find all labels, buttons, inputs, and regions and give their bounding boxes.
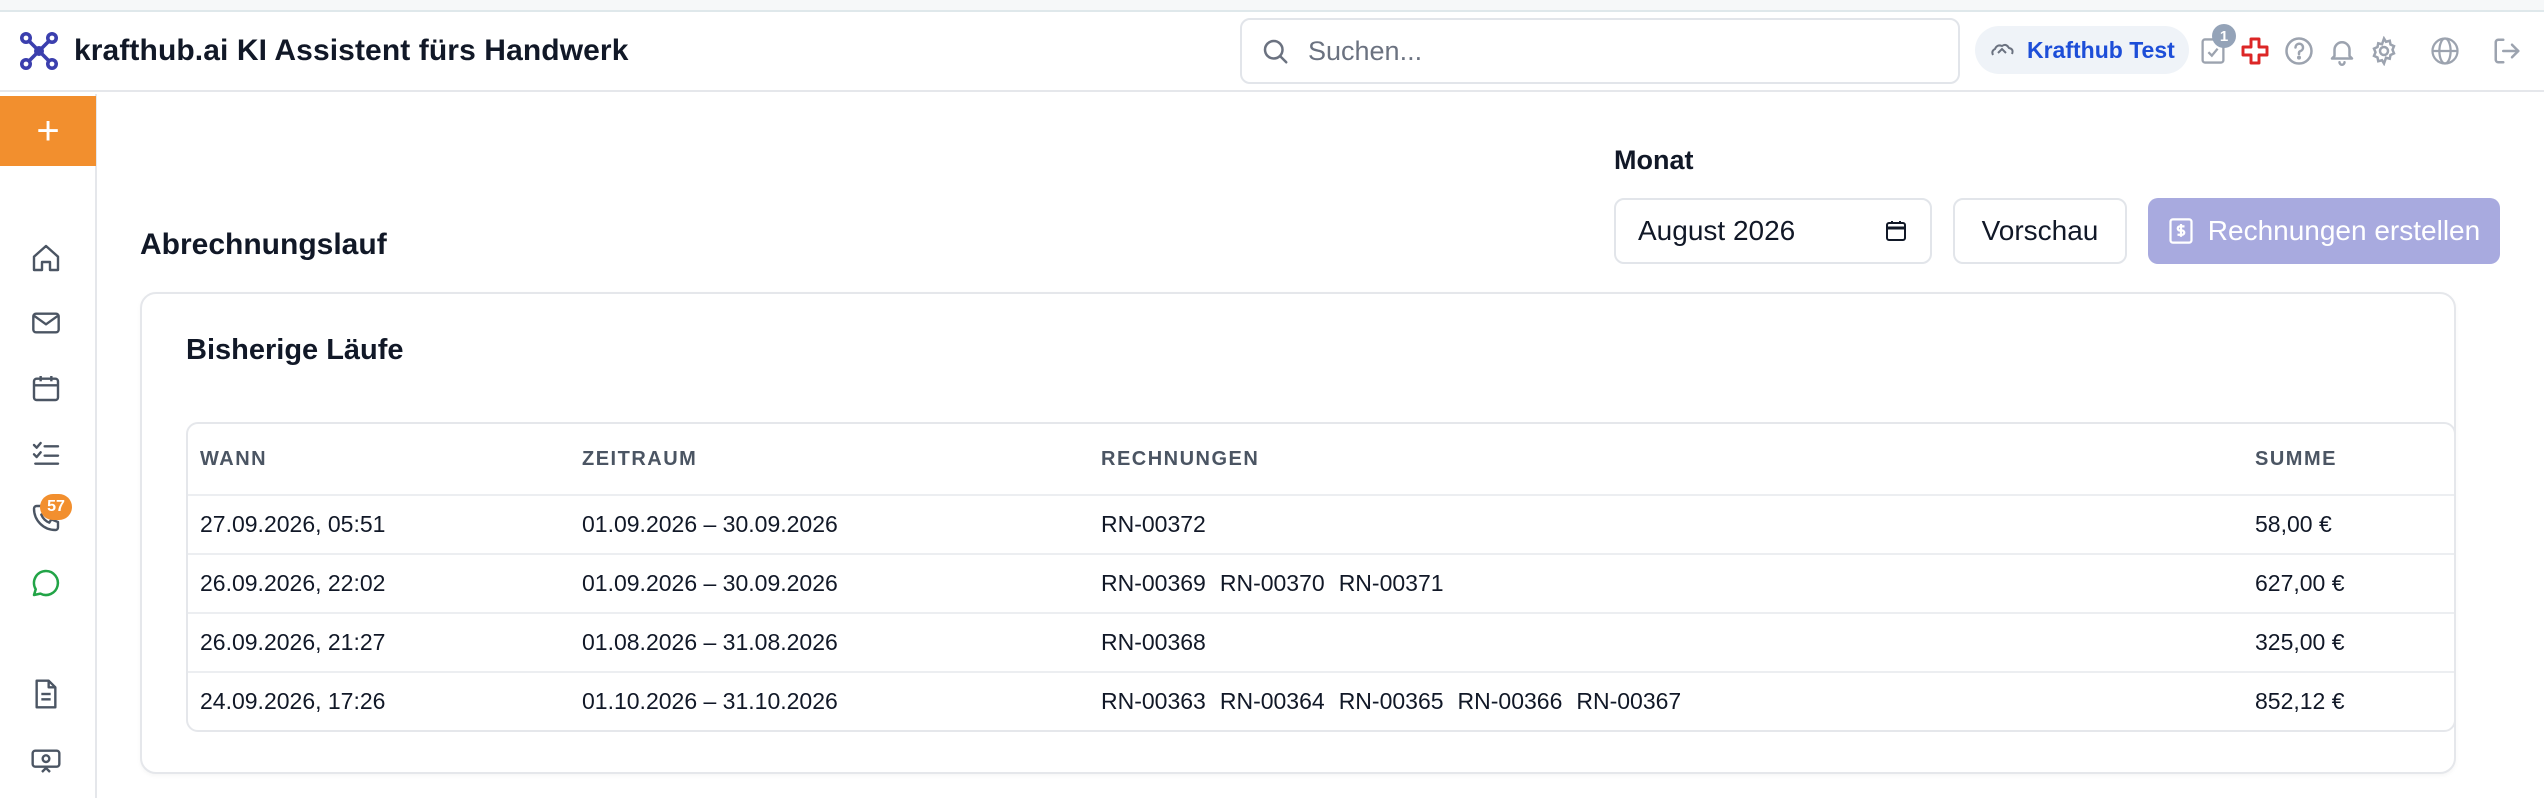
invoice-dollar-icon	[2169, 218, 2193, 244]
cell-when: 26.09.2026, 22:02	[200, 570, 386, 596]
cell-period: 01.08.2026 – 31.08.2026	[582, 629, 838, 655]
runs-title: Bisherige Läufe	[186, 334, 404, 366]
browser-top-strip	[0, 0, 2544, 12]
phone-badge: 57	[40, 494, 72, 520]
invoice-link[interactable]: RN-00364	[1220, 688, 1325, 715]
cell-period: 01.09.2026 – 30.09.2026	[582, 570, 838, 596]
column-header-sum: SUMME	[2255, 447, 2337, 470]
invoice-link[interactable]: RN-00370	[1220, 570, 1325, 597]
gear-icon[interactable]	[2367, 34, 2401, 68]
cell-sum: 852,12 €	[2255, 688, 2345, 714]
cell-invoices: RN-00368	[1101, 614, 1220, 671]
month-label: Monat	[1614, 145, 1694, 175]
home-icon[interactable]	[28, 240, 64, 276]
tenant-label: Krafthub Test	[2027, 36, 2175, 63]
cell-sum: 58,00 €	[2255, 511, 2332, 537]
invoice-link[interactable]: RN-00371	[1339, 570, 1444, 597]
invoice-link[interactable]: RN-00372	[1101, 511, 1206, 538]
runs-card: Bisherige Läufe WANN ZEITRAUM RECHNUNGEN…	[140, 292, 2456, 774]
cell-when: 27.09.2026, 05:51	[200, 511, 386, 537]
calendar-icon[interactable]	[28, 370, 64, 406]
invoice-link[interactable]: RN-00366	[1458, 688, 1563, 715]
help-icon[interactable]	[2282, 34, 2316, 68]
column-header-when: WANN	[200, 447, 268, 470]
cell-when: 24.09.2026, 17:26	[200, 688, 386, 714]
mail-icon[interactable]	[28, 305, 64, 341]
cell-invoices: RN-00372	[1101, 496, 1220, 553]
search-box[interactable]	[1240, 18, 1960, 84]
cell-invoices: RN-00369 RN-00370 RN-00371	[1101, 555, 1458, 612]
globe-icon[interactable]	[2428, 34, 2462, 68]
table-row[interactable]: 26.09.2026, 22:02 01.09.2026 – 30.09.202…	[188, 553, 2454, 612]
cell-when: 26.09.2026, 21:27	[200, 629, 386, 655]
search-input[interactable]	[1308, 35, 1908, 67]
table-header: WANN ZEITRAUM RECHNUNGEN SUMME	[188, 424, 2454, 494]
table-row[interactable]: 27.09.2026, 05:51 01.09.2026 – 30.09.202…	[188, 494, 2454, 553]
table-row[interactable]: 26.09.2026, 21:27 01.08.2026 – 31.08.202…	[188, 612, 2454, 671]
calendar-picker-icon[interactable]	[1884, 219, 1908, 243]
krafthub-logo-icon	[20, 32, 58, 70]
column-header-period: ZEITRAUM	[582, 447, 698, 470]
medical-cross-icon[interactable]	[2238, 34, 2272, 68]
cell-period: 01.09.2026 – 30.09.2026	[582, 511, 838, 537]
document-check-icon[interactable]: 1	[2196, 24, 2236, 68]
invoice-link[interactable]: RN-00363	[1101, 688, 1206, 715]
invoice-link[interactable]: RN-00367	[1576, 688, 1681, 715]
app-header: krafthub.ai KI Assistent fürs Handwerk K…	[0, 12, 2544, 92]
checklist-icon[interactable]	[28, 435, 64, 471]
month-value: August 2026	[1638, 215, 1796, 246]
page-title: Abrechnungslauf	[140, 228, 387, 261]
invoice-link[interactable]: RN-00365	[1339, 688, 1444, 715]
chat-icon[interactable]	[28, 565, 64, 601]
tenant-cloud-icon	[1991, 43, 2014, 56]
brand[interactable]: krafthub.ai KI Assistent fürs Handwerk	[18, 30, 628, 72]
create-invoices-label: Rechnungen erstellen	[2207, 215, 2481, 246]
notification-badge: 1	[2212, 24, 2236, 48]
cell-sum: 325,00 €	[2255, 629, 2345, 655]
device-icon[interactable]	[28, 742, 64, 778]
cell-period: 01.10.2026 – 31.10.2026	[582, 688, 838, 714]
logout-icon[interactable]	[2490, 34, 2524, 68]
month-picker[interactable]: August 2026	[1614, 198, 1932, 264]
create-invoices-button[interactable]: Rechnungen erstellen	[2148, 198, 2500, 264]
invoice-link[interactable]: RN-00369	[1101, 570, 1206, 597]
column-header-invoices: RECHNUNGEN	[1101, 447, 1260, 470]
app-title: krafthub.ai KI Assistent fürs Handwerk	[74, 34, 629, 67]
cell-invoices: RN-00363 RN-00364 RN-00365 RN-00366 RN-0…	[1101, 673, 1695, 730]
preview-button[interactable]: Vorschau	[1953, 198, 2127, 264]
add-button[interactable]: +	[0, 96, 96, 166]
cell-sum: 627,00 €	[2255, 570, 2345, 596]
bell-icon[interactable]	[2325, 34, 2359, 68]
table-row[interactable]: 24.09.2026, 17:26 01.10.2026 – 31.10.202…	[188, 671, 2454, 730]
tenant-switcher[interactable]: Krafthub Test	[1975, 26, 2189, 74]
search-icon	[1263, 39, 1288, 64]
sidebar: + 57	[0, 94, 97, 798]
invoice-link[interactable]: RN-00368	[1101, 629, 1206, 656]
document-icon[interactable]	[28, 676, 64, 712]
runs-table: WANN ZEITRAUM RECHNUNGEN SUMME 27.09.202…	[186, 422, 2456, 732]
